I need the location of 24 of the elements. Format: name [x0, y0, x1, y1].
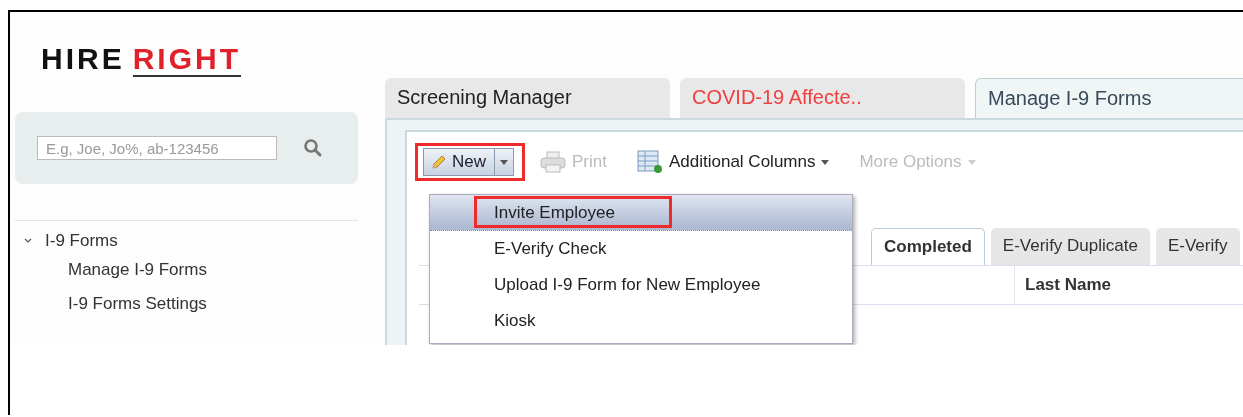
- tab[interactable]: Completed: [871, 228, 985, 265]
- column-header[interactable]: Last Name: [1014, 266, 1243, 304]
- caret-icon: [500, 159, 508, 165]
- menu-item[interactable]: Upload I-9 Form for New Employee: [430, 267, 852, 303]
- menu-item[interactable]: Invite Employee: [430, 195, 852, 231]
- menu-item[interactable]: Kiosk: [430, 303, 852, 339]
- search-field[interactable]: E.g, Joe, Jo%, ab-123456: [37, 136, 277, 160]
- logo: HIRE RIGHT: [41, 42, 241, 76]
- new-button[interactable]: New: [423, 148, 514, 176]
- tree-item[interactable]: I-9 Forms: [45, 231, 118, 251]
- tab[interactable]: E-Verify: [1155, 228, 1240, 265]
- printer-icon: [540, 151, 566, 173]
- pencil-icon: [430, 153, 448, 171]
- tab[interactable]: Manage I-9 Forms: [975, 78, 1243, 118]
- menu-button[interactable]: Additional Columns: [633, 150, 834, 174]
- tree-item[interactable]: I-9 Forms Settings: [15, 287, 358, 321]
- search-icon[interactable]: [303, 138, 323, 158]
- caret-icon: [821, 159, 830, 165]
- caret-icon: [967, 159, 976, 165]
- tab[interactable]: E-Verify Duplicate: [990, 228, 1150, 265]
- tree-item[interactable]: Manage I-9 Forms: [15, 253, 358, 287]
- tab[interactable]: Screening Manager: [385, 78, 670, 118]
- menu-item[interactable]: E-Verify Check: [430, 231, 852, 267]
- table-icon: [637, 150, 663, 174]
